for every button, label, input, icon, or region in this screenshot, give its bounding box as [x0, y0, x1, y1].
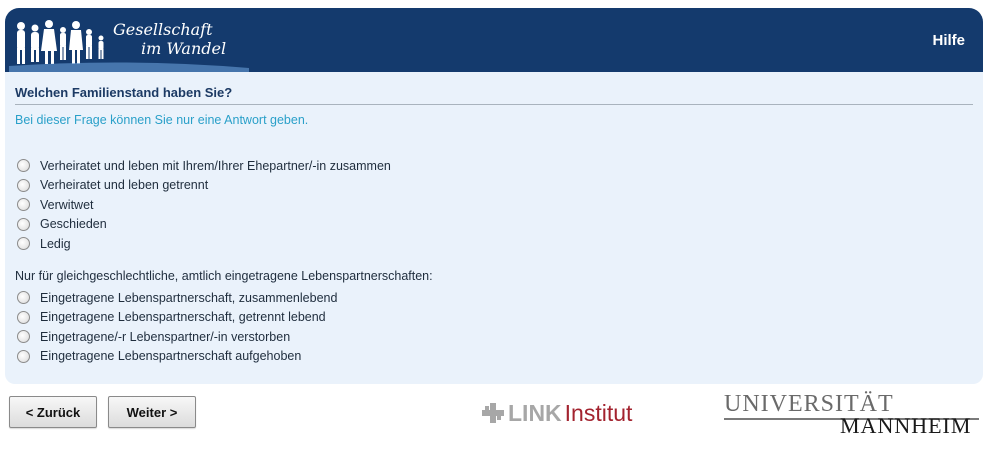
option-label: Eingetragene Lebenspartnerschaft aufgeho… — [40, 349, 302, 364]
link-cross-icon — [482, 403, 504, 423]
back-button[interactable]: < Zurück — [9, 396, 97, 428]
option-label: Verheiratet und leben getrennt — [40, 178, 209, 193]
logo-line2: im Wandel — [141, 39, 227, 58]
radio-button[interactable] — [17, 291, 30, 305]
option-label: Eingetragene Lebenspartnerschaft, getren… — [40, 310, 326, 325]
next-button[interactable]: Weiter > — [108, 396, 196, 428]
help-link[interactable]: Hilfe — [932, 32, 965, 49]
question-panel: Welchen Familienstand haben Sie? Bei die… — [5, 72, 983, 384]
radio-button[interactable] — [17, 237, 30, 251]
option-verwitwet[interactable]: Verwitwet — [17, 195, 391, 215]
logo-line1: Gesellschaft — [113, 20, 213, 39]
option-lp-zusammenlebend[interactable]: Eingetragene Lebenspartnerschaft, zusamm… — [17, 288, 337, 308]
option-lp-aufgehoben[interactable]: Eingetragene Lebenspartnerschaft aufgeho… — [17, 347, 337, 367]
radio-button[interactable] — [17, 349, 30, 363]
option-label: Geschieden — [40, 217, 107, 232]
option-label: Ledig — [40, 236, 71, 251]
question-title: Welchen Familienstand haben Sie? — [15, 85, 233, 100]
radio-button[interactable] — [17, 178, 30, 192]
link-word: LINK — [508, 399, 562, 426]
option-verheiratet-zusammen[interactable]: Verheiratet und leben mit Ihrem/Ihrer Eh… — [17, 156, 391, 176]
option-label: Eingetragene/-r Lebenspartner/-in versto… — [40, 329, 291, 344]
radio-button[interactable] — [17, 330, 30, 344]
institut-word: Institut — [564, 399, 633, 426]
radio-button[interactable] — [17, 310, 30, 324]
divider — [15, 104, 973, 105]
uni-line2: MANNHEIM — [840, 413, 972, 438]
radio-button[interactable] — [17, 198, 30, 212]
link-institut-logo: LINK Institut — [482, 400, 632, 426]
option-verheiratet-getrennt[interactable]: Verheiratet und leben getrennt — [17, 176, 391, 196]
app-header: Gesellschaft im Wandel Hilfe — [5, 8, 983, 72]
option-label: Verwitwet — [40, 197, 94, 212]
logo-text: Gesellschaft im Wandel — [113, 20, 226, 58]
option-lp-getrennt[interactable]: Eingetragene Lebenspartnerschaft, getren… — [17, 308, 337, 328]
option-label: Eingetragene Lebenspartnerschaft, zusamm… — [40, 290, 338, 305]
question-instruction: Bei dieser Frage können Sie nur eine Ant… — [15, 113, 309, 127]
partnership-options: Eingetragene Lebenspartnerschaft, zusamm… — [17, 288, 337, 366]
universitaet-mannheim-logo: UNIVERSITÄT MANNHEIM — [724, 391, 984, 439]
option-ledig[interactable]: Ledig — [17, 234, 391, 254]
option-geschieden[interactable]: Geschieden — [17, 215, 391, 235]
radio-button[interactable] — [17, 159, 30, 173]
option-label: Verheiratet und leben mit Ihrem/Ihrer Eh… — [40, 158, 391, 173]
answer-options: Verheiratet und leben mit Ihrem/Ihrer Eh… — [17, 156, 391, 254]
radio-button[interactable] — [17, 217, 30, 231]
partnership-subheading: Nur für gleichgeschlechtliche, amtlich e… — [15, 269, 433, 283]
option-lp-verstorben[interactable]: Eingetragene/-r Lebenspartner/-in versto… — [17, 327, 337, 347]
